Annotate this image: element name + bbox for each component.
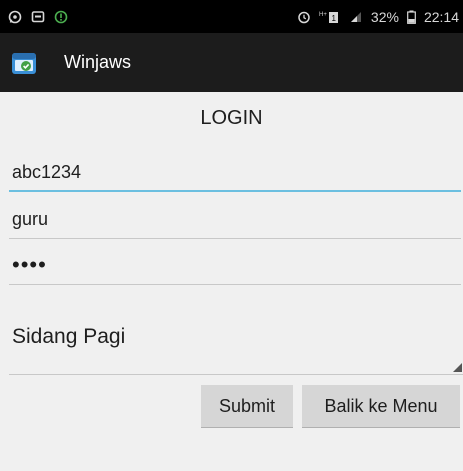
dropdown-corner-icon: [453, 363, 462, 372]
whatsapp-icon: [8, 10, 22, 24]
battery-percent: 32%: [370, 8, 399, 25]
password-value: ••••: [12, 252, 47, 277]
login-heading: LOGIN: [200, 107, 263, 129]
role-input[interactable]: guru: [9, 199, 461, 239]
password-input[interactable]: ••••: [9, 245, 461, 285]
sim-signal-icon: H+ 1: [319, 10, 341, 24]
submit-button[interactable]: Submit: [201, 385, 293, 428]
action-bar: Winjaws: [0, 33, 463, 92]
alert-icon: [54, 10, 68, 24]
battery-icon: [407, 10, 416, 24]
alarm-icon: [297, 10, 311, 24]
status-bar: H+ 1 32% 22:14: [0, 0, 463, 33]
session-dropdown[interactable]: Sidang Pagi: [9, 305, 463, 375]
username-input[interactable]: abc1234: [9, 152, 461, 192]
clock: 22:14: [423, 8, 459, 25]
session-selected-value: Sidang Pagi: [12, 325, 126, 348]
back-to-menu-button[interactable]: Balik ke Menu: [302, 385, 460, 428]
role-value: guru: [12, 208, 49, 229]
app-title: Winjaws: [64, 52, 132, 72]
svg-text:H+: H+: [319, 12, 327, 18]
svg-text:1: 1: [331, 14, 336, 23]
message-icon: [31, 10, 45, 24]
app-logo-icon: [11, 50, 37, 76]
signal-icon: [349, 10, 363, 24]
username-value: abc1234: [12, 161, 82, 182]
